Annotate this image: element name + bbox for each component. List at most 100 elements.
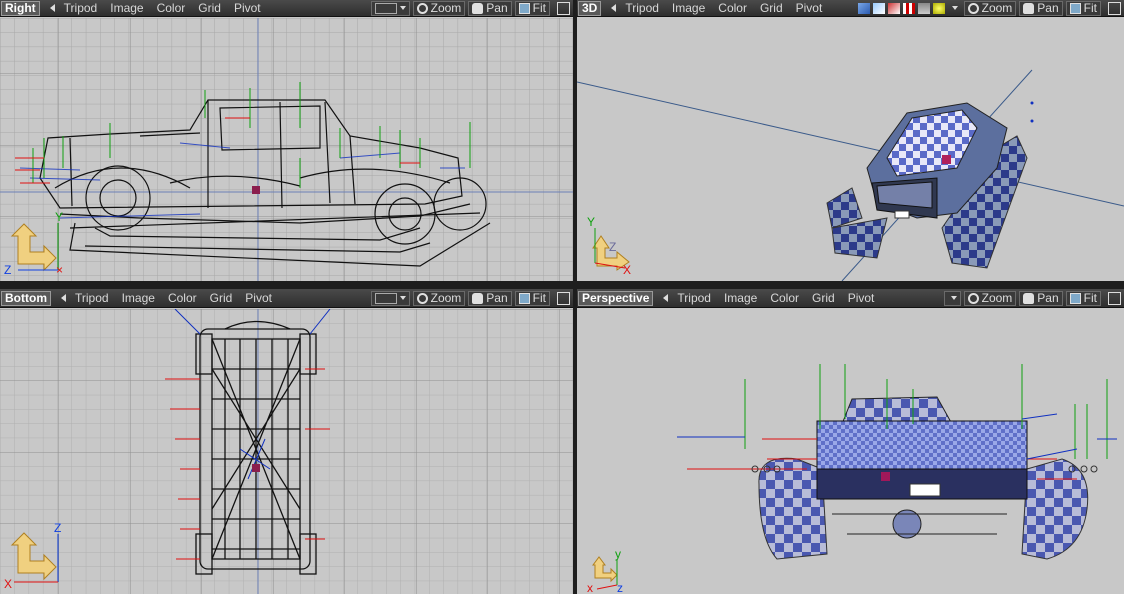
fit-icon — [518, 2, 530, 14]
camera-dropdown[interactable] — [370, 0, 410, 16]
zoom-button[interactable]: Zoom — [412, 290, 466, 306]
menu-image[interactable]: Image — [672, 1, 705, 15]
camera-icon — [374, 292, 397, 304]
menu-tripod[interactable]: Tripod — [64, 1, 98, 15]
texture-icon[interactable] — [887, 2, 900, 14]
zoom-label: Zoom — [981, 291, 1013, 305]
hand-icon — [472, 2, 484, 14]
view-name-button[interactable]: Right — [1, 0, 40, 16]
wireframe-icon[interactable] — [872, 2, 885, 14]
menu-image[interactable]: Image — [122, 291, 155, 305]
fit-label: Fit — [1083, 1, 1097, 15]
chevron-down-icon[interactable] — [951, 6, 958, 10]
viewport-perspective[interactable]: Perspective Tripod Image Color Grid Pivo… — [577, 289, 1124, 594]
shaded-icon[interactable] — [857, 2, 870, 14]
axis-label-horizontal: Z — [4, 263, 11, 277]
zoom-button[interactable]: Zoom — [412, 0, 466, 16]
menu-pivot[interactable]: Pivot — [245, 291, 272, 305]
pan-label: Pan — [486, 291, 508, 305]
menu-pivot[interactable]: Pivot — [796, 1, 823, 15]
pan-button[interactable]: Pan — [1019, 0, 1063, 16]
maximize-icon[interactable] — [557, 291, 570, 305]
menu-color[interactable]: Color — [718, 1, 747, 15]
svg-text:×: × — [56, 263, 63, 277]
axis-label-vertical: Y — [55, 210, 63, 224]
viewport-canvas[interactable]: Z X — [0, 309, 573, 594]
hand-icon — [1023, 2, 1035, 14]
zoom-label: Zoom — [981, 1, 1013, 15]
viewport-toolbar: Bottom Tripod Image Color Grid Pivot Zoo… — [0, 289, 573, 308]
fit-icon — [1069, 2, 1081, 14]
maximize-icon[interactable] — [1108, 291, 1121, 305]
axis-label-vertical: Y — [587, 215, 595, 229]
menu-color[interactable]: Color — [168, 291, 197, 305]
zoom-button[interactable]: Zoom — [963, 290, 1017, 306]
viewport-3d[interactable]: 3D Tripod Image Color Grid Pivot Zoom Pa… — [577, 0, 1124, 281]
fit-button[interactable]: Fit — [514, 290, 550, 306]
menu-grid[interactable]: Grid — [198, 1, 221, 15]
collapse-arrow-icon[interactable] — [49, 4, 55, 12]
camera-icon — [374, 2, 397, 14]
view-name-button[interactable]: Bottom — [1, 290, 51, 306]
axis-label-depth: Z — [609, 240, 616, 254]
viewport-bottom[interactable]: Bottom Tripod Image Color Grid Pivot Zoo… — [0, 289, 573, 594]
axis-label-horizontal: x — [587, 581, 593, 594]
menu-pivot[interactable]: Pivot — [234, 1, 261, 15]
view-name-button[interactable]: Perspective — [578, 290, 654, 306]
hand-icon — [472, 292, 484, 304]
zoom-icon — [967, 2, 979, 14]
zoom-button[interactable]: Zoom — [963, 0, 1017, 16]
lights-icon[interactable] — [917, 2, 930, 14]
menu-image[interactable]: Image — [724, 291, 757, 305]
viewport-right[interactable]: Right Tripod Image Color Grid Pivot Zoom… — [0, 0, 573, 281]
camera-dropdown[interactable] — [370, 290, 410, 306]
zoom-icon — [416, 292, 428, 304]
zoom-label: Zoom — [430, 291, 462, 305]
collapse-arrow-icon[interactable] — [611, 4, 617, 12]
bulb-icon[interactable] — [932, 2, 945, 14]
axis-label-depth: z — [617, 581, 623, 594]
collapse-arrow-icon[interactable] — [61, 294, 66, 302]
hand-icon — [1023, 292, 1035, 304]
truck-perspective-model — [758, 396, 1089, 560]
zoom-icon — [967, 292, 979, 304]
fit-button[interactable]: Fit — [1065, 290, 1101, 306]
maximize-icon[interactable] — [557, 1, 570, 15]
fit-icon — [1069, 292, 1081, 304]
viewport-toolbar: Right Tripod Image Color Grid Pivot Zoom… — [0, 0, 573, 17]
viewport-canvas[interactable]: Y X Z — [577, 18, 1124, 281]
pan-button[interactable]: Pan — [1019, 290, 1063, 306]
fit-button[interactable]: Fit — [514, 0, 550, 16]
axis-label-horizontal: X — [623, 263, 631, 277]
maximize-icon[interactable] — [1108, 1, 1121, 15]
menu-tripod[interactable]: Tripod — [625, 1, 659, 15]
chevron-down-icon — [950, 296, 957, 300]
pan-label: Pan — [1037, 291, 1059, 305]
menu-tripod[interactable]: Tripod — [677, 291, 711, 305]
menu-color[interactable]: Color — [770, 291, 799, 305]
camera-dropdown[interactable] — [943, 290, 961, 306]
chevron-down-icon — [399, 296, 406, 300]
menu-color[interactable]: Color — [157, 1, 186, 15]
menu-grid[interactable]: Grid — [760, 1, 783, 15]
pan-label: Pan — [1037, 1, 1059, 15]
pan-button[interactable]: Pan — [468, 0, 512, 16]
checker-icon[interactable] — [902, 2, 915, 14]
shading-toolbar — [857, 2, 945, 14]
menu-image[interactable]: Image — [110, 1, 143, 15]
fit-button[interactable]: Fit — [1065, 0, 1101, 16]
fit-icon — [518, 292, 530, 304]
fit-label: Fit — [1083, 291, 1097, 305]
viewport-canvas[interactable]: y x z — [577, 309, 1124, 594]
chevron-down-icon — [399, 6, 406, 10]
zoom-label: Zoom — [430, 1, 462, 15]
menu-pivot[interactable]: Pivot — [848, 291, 875, 305]
collapse-arrow-icon[interactable] — [663, 294, 669, 302]
menu-grid[interactable]: Grid — [210, 291, 233, 305]
zoom-icon — [416, 2, 428, 14]
menu-tripod[interactable]: Tripod — [75, 291, 109, 305]
menu-grid[interactable]: Grid — [812, 291, 835, 305]
pan-button[interactable]: Pan — [468, 290, 512, 306]
view-name-button[interactable]: 3D — [578, 0, 602, 16]
viewport-canvas[interactable]: Y Z × — [0, 18, 573, 281]
